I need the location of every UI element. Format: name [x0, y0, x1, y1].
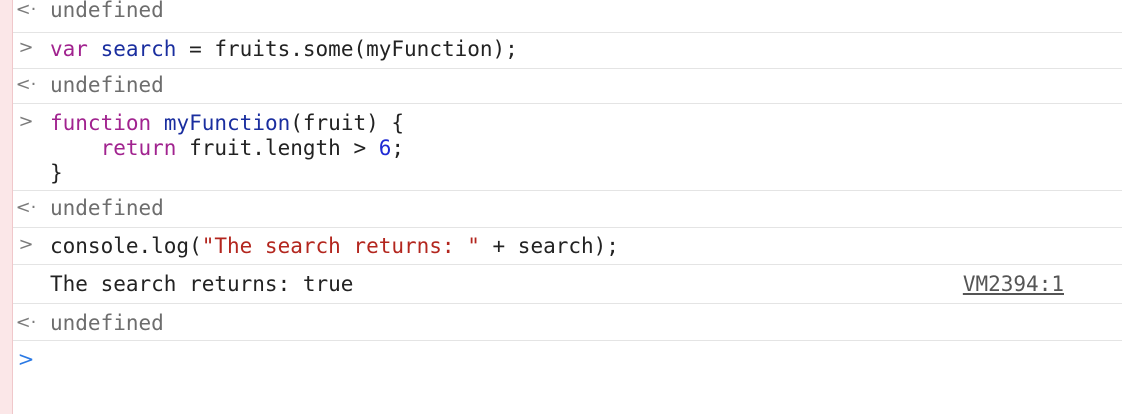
code-identifier: myFunction	[163, 111, 291, 135]
prompt-chevron-icon: >	[17, 347, 35, 371]
input-code-line-2[interactable]: return fruit.length > 6;	[50, 136, 404, 161]
console-prompt-row[interactable]	[13, 341, 1122, 414]
input-chevron-icon: >	[18, 37, 34, 58]
result-value: undefined	[50, 196, 164, 220]
result-value: undefined	[50, 0, 164, 22]
code-keyword: return	[100, 136, 177, 160]
result-arrow-icon: <·	[15, 74, 37, 95]
code-text: (fruit) {	[290, 111, 405, 135]
console-result-row	[13, 0, 1122, 33]
code-string: "The search returns: "	[201, 234, 480, 258]
code-identifier: search	[100, 37, 177, 61]
input-chevron-icon: >	[18, 234, 34, 255]
result-arrow-icon: <·	[15, 312, 37, 333]
code-keyword: function	[50, 111, 152, 135]
console-left-margin	[0, 0, 13, 414]
log-message: The search returns: true	[50, 272, 354, 296]
console-result-row	[13, 69, 1122, 104]
input-code-line-1[interactable]: function myFunction(fruit) {	[50, 111, 404, 136]
code-text: console.log(	[50, 234, 202, 258]
console-result-row	[13, 304, 1122, 341]
result-value: undefined	[50, 73, 164, 97]
result-value: undefined	[50, 311, 164, 335]
code-number: 6	[378, 136, 392, 160]
source-location-link[interactable]: VM2394:1	[963, 272, 1064, 297]
code-text: + search);	[479, 234, 619, 258]
input-code[interactable]: console.log("The search returns: " + sea…	[50, 234, 619, 259]
console-result-row	[13, 191, 1122, 228]
code-text: ;	[391, 136, 405, 160]
input-chevron-icon: >	[18, 111, 34, 132]
code-keyword: var	[50, 37, 88, 61]
input-code-line-3[interactable]: }	[50, 161, 63, 186]
code-text: = fruits.some(myFunction);	[176, 37, 518, 61]
code-text: fruit.length >	[176, 136, 379, 160]
input-code[interactable]: var search = fruits.some(myFunction);	[50, 37, 518, 62]
result-arrow-icon: <·	[15, 0, 37, 20]
result-arrow-icon: <·	[15, 197, 37, 218]
devtools-console: <· undefined > var search = fruits.some(…	[0, 0, 1122, 414]
